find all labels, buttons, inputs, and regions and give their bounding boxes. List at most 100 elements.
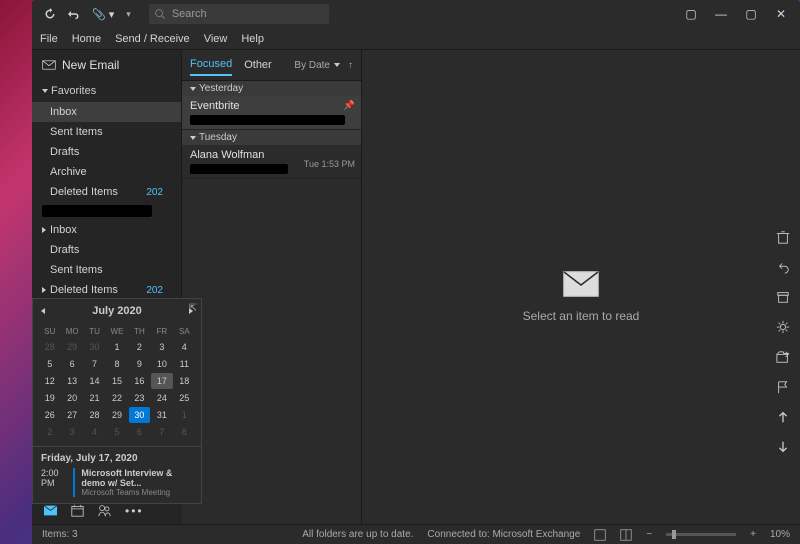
message-item[interactable]: Eventbrite📌: [182, 96, 361, 130]
attach-dropdown[interactable]: 📎 ▾: [92, 8, 114, 21]
zoom-slider[interactable]: [666, 533, 736, 536]
cal-day[interactable]: 29: [61, 339, 82, 355]
cal-day[interactable]: 8: [174, 424, 195, 440]
view-reading-icon[interactable]: [620, 529, 632, 541]
cal-day[interactable]: 24: [151, 390, 172, 406]
cal-day[interactable]: 16: [129, 373, 150, 389]
cal-day[interactable]: 28: [39, 339, 60, 355]
cal-day[interactable]: 3: [151, 339, 172, 355]
cal-day[interactable]: 27: [61, 407, 82, 423]
menu-send-receive[interactable]: Send / Receive: [115, 33, 190, 45]
maximize-button[interactable]: ▢: [736, 0, 766, 28]
close-button[interactable]: ✕: [766, 0, 796, 28]
date-group[interactable]: Yesterday: [182, 81, 361, 96]
cal-day[interactable]: 2: [129, 339, 150, 355]
nav-mail-icon[interactable]: [44, 504, 57, 517]
cal-day[interactable]: 8: [106, 356, 127, 372]
cal-dayname: SU: [39, 325, 60, 338]
cal-day[interactable]: 7: [84, 356, 105, 372]
view-normal-icon[interactable]: [594, 529, 606, 541]
folder-deleted-items[interactable]: Deleted Items202: [32, 182, 181, 202]
account-name-redacted[interactable]: [42, 205, 152, 217]
cal-day[interactable]: 30: [84, 339, 105, 355]
favorites-header[interactable]: Favorites: [32, 80, 181, 102]
cal-day[interactable]: 30: [129, 407, 150, 423]
ribbon-toggle-icon[interactable]: ▢: [676, 0, 706, 28]
tab-focused[interactable]: Focused: [190, 54, 232, 76]
folder-deleted-items[interactable]: Deleted Items202: [32, 280, 181, 300]
minimize-button[interactable]: —: [706, 0, 736, 28]
cal-day[interactable]: 29: [106, 407, 127, 423]
menu-help[interactable]: Help: [241, 33, 264, 45]
down-arrow-icon[interactable]: [776, 440, 790, 454]
cal-prev[interactable]: [41, 308, 45, 314]
folder-archive[interactable]: Archive: [32, 162, 181, 182]
folder-drafts[interactable]: Drafts: [32, 142, 181, 162]
cal-day[interactable]: 9: [129, 356, 150, 372]
cal-day[interactable]: 19: [39, 390, 60, 406]
zoom-in-icon[interactable]: +: [750, 529, 756, 540]
cal-day[interactable]: 21: [84, 390, 105, 406]
cal-day[interactable]: 18: [174, 373, 195, 389]
cal-day[interactable]: 10: [151, 356, 172, 372]
folder-inbox[interactable]: Inbox: [32, 220, 181, 240]
zoom-out-icon[interactable]: −: [646, 529, 652, 540]
cal-day[interactable]: 17: [151, 373, 172, 389]
move-icon[interactable]: [776, 350, 790, 364]
date-group[interactable]: Tuesday: [182, 130, 361, 145]
cal-day[interactable]: 1: [106, 339, 127, 355]
menu-view[interactable]: View: [204, 33, 228, 45]
cal-day[interactable]: 26: [39, 407, 60, 423]
menu-home[interactable]: Home: [72, 33, 101, 45]
flag-icon[interactable]: [776, 380, 790, 394]
cal-day[interactable]: 28: [84, 407, 105, 423]
search-input[interactable]: Search: [149, 4, 329, 24]
cal-day[interactable]: 13: [61, 373, 82, 389]
cal-day[interactable]: 7: [151, 424, 172, 440]
undo-icon[interactable]: [776, 260, 790, 274]
nav-more-icon[interactable]: •••: [125, 504, 144, 518]
nav-calendar-icon[interactable]: [71, 504, 84, 517]
cal-day[interactable]: 5: [106, 424, 127, 440]
cal-day[interactable]: 6: [61, 356, 82, 372]
cal-day[interactable]: 15: [106, 373, 127, 389]
up-arrow-icon[interactable]: [776, 410, 790, 424]
cal-day[interactable]: 14: [84, 373, 105, 389]
menu-file[interactable]: File: [40, 33, 58, 45]
folder-sent-items[interactable]: Sent Items: [32, 122, 181, 142]
tab-other[interactable]: Other: [244, 55, 272, 75]
cal-day[interactable]: 3: [61, 424, 82, 440]
folder-sent-items[interactable]: Sent Items: [32, 260, 181, 280]
sync-icon[interactable]: [44, 8, 56, 20]
cal-day[interactable]: 5: [39, 356, 60, 372]
cal-day[interactable]: 20: [61, 390, 82, 406]
calendar-title: July 2020: [92, 305, 142, 317]
envelope-icon: [563, 271, 599, 297]
archive-icon[interactable]: [776, 290, 790, 304]
popout-icon[interactable]: ⇱: [189, 303, 197, 314]
nav-people-icon[interactable]: [98, 504, 111, 517]
status-sync: All folders are up to date.: [302, 529, 413, 540]
settings-icon[interactable]: [776, 320, 790, 334]
cal-day[interactable]: 2: [39, 424, 60, 440]
folder-drafts[interactable]: Drafts: [32, 240, 181, 260]
delete-icon[interactable]: [776, 230, 790, 244]
cal-day[interactable]: 1: [174, 407, 195, 423]
undo-icon[interactable]: [68, 8, 80, 20]
cal-day[interactable]: 31: [151, 407, 172, 423]
cal-day[interactable]: 25: [174, 390, 195, 406]
cal-day[interactable]: 11: [174, 356, 195, 372]
cal-day[interactable]: 12: [39, 373, 60, 389]
cal-day[interactable]: 23: [129, 390, 150, 406]
pin-icon[interactable]: 📌: [344, 100, 355, 111]
cal-day[interactable]: 4: [84, 424, 105, 440]
more-dropdown[interactable]: ▾: [126, 9, 131, 20]
cal-day[interactable]: 6: [129, 424, 150, 440]
calendar-event[interactable]: 2:00 PM Microsoft Interview & demo w/ Se…: [41, 468, 193, 497]
sort-dropdown[interactable]: By Date ↑: [294, 60, 353, 71]
cal-day[interactable]: 22: [106, 390, 127, 406]
cal-day[interactable]: 4: [174, 339, 195, 355]
message-item[interactable]: Alana WolfmanTue 1:53 PM: [182, 145, 361, 179]
new-email-button[interactable]: New Email: [32, 50, 181, 80]
folder-inbox[interactable]: Inbox: [32, 102, 181, 122]
